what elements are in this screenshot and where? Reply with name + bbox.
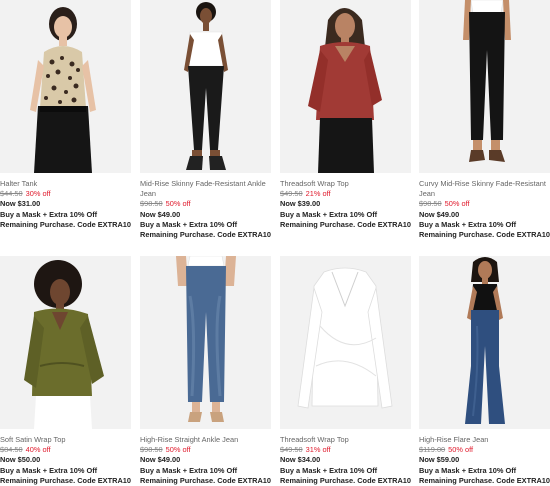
product-name[interactable]: High-Rise Straight Ankle Jean xyxy=(140,435,271,445)
discount-percent: 50% off xyxy=(165,199,191,209)
original-price: $119.00 xyxy=(419,445,446,455)
original-price: $98.50 xyxy=(140,445,163,455)
model-skinny-ankle-jean-image xyxy=(140,0,271,173)
product-card[interactable]: High-Rise Straight Ankle Jean $98.50 50% … xyxy=(140,256,271,486)
sale-price: Now $49.00 xyxy=(419,209,460,219)
original-price: $84.50 xyxy=(0,445,23,455)
product-card[interactable]: High-Rise Flare Jean $119.00 50% off Now … xyxy=(419,256,550,486)
original-price: $44.50 xyxy=(0,189,23,199)
product-card[interactable]: Halter Tank $44.50 30% off Now $31.00 Buy… xyxy=(0,0,131,230)
product-image[interactable] xyxy=(280,256,411,429)
price-line: $98.50 50% off xyxy=(419,199,550,209)
sale-price: Now $31.00 xyxy=(0,199,41,209)
product-card[interactable]: Threadsoft Wrap Top $49.50 31% off Now $3… xyxy=(280,256,411,486)
product-card[interactable]: Threadsoft Wrap Top $49.50 21% off Now $3… xyxy=(280,0,411,230)
sale-price: Now $49.00 xyxy=(140,455,181,465)
promo-text: Buy a Mask + Extra 10% Off Remaining Pur… xyxy=(419,219,550,240)
model-curvy-skinny-jean-image xyxy=(419,0,550,173)
product-grid: Halter Tank $44.50 30% off Now $31.00 Buy… xyxy=(0,0,550,485)
model-halter-tank-image xyxy=(0,0,131,173)
discount-percent: 50% off xyxy=(165,445,191,455)
promo-text: Buy a Mask + Extra 10% Off Remaining Pur… xyxy=(0,465,132,485)
product-name[interactable]: Mid-Rise Skinny Fade-Resistant Ankle Jea… xyxy=(140,179,271,199)
model-satin-wrap-top-image xyxy=(0,256,131,429)
discount-percent: 50% off xyxy=(448,445,474,455)
product-image[interactable] xyxy=(140,256,271,429)
promo-text: Buy a Mask + Extra 10% Off Remaining Pur… xyxy=(140,219,272,240)
price-line: $84.50 40% off xyxy=(0,445,131,455)
white-wrap-top-flatlay-image xyxy=(280,256,411,429)
price-line: $49.50 21% off xyxy=(280,189,411,199)
discount-percent: 40% off xyxy=(25,445,51,455)
model-straight-ankle-jean-image xyxy=(140,256,271,429)
product-name[interactable]: Threadsoft Wrap Top xyxy=(280,179,411,189)
sale-price: Now $59.00 xyxy=(419,455,460,465)
product-name[interactable]: High-Rise Flare Jean xyxy=(419,435,550,445)
sale-price: Now $39.00 xyxy=(280,199,321,209)
original-price: $49.50 xyxy=(280,189,303,199)
model-flare-jean-image xyxy=(419,256,550,429)
product-image[interactable] xyxy=(419,0,550,173)
original-price: $98.50 xyxy=(419,199,442,209)
promo-text: Buy a Mask + Extra 10% Off Remaining Pur… xyxy=(280,465,412,485)
price-line: $44.50 30% off xyxy=(0,189,131,199)
product-image[interactable] xyxy=(0,256,131,429)
price-line: $119.00 50% off xyxy=(419,445,550,455)
original-price: $98.50 xyxy=(140,199,163,209)
product-image[interactable] xyxy=(280,0,411,173)
product-card[interactable]: Curvy Mid-Rise Skinny Fade-Resistant Jea… xyxy=(419,0,550,240)
price-line: $98.50 50% off xyxy=(140,445,271,455)
price-line: $98.50 50% off xyxy=(140,199,271,209)
product-name[interactable]: Soft Satin Wrap Top xyxy=(0,435,131,445)
product-name[interactable]: Curvy Mid-Rise Skinny Fade-Resistant Jea… xyxy=(419,179,550,199)
discount-percent: 31% off xyxy=(305,445,331,455)
discount-percent: 21% off xyxy=(305,189,331,199)
promo-text: Buy a Mask + Extra 10% Off Remaining Pur… xyxy=(280,209,412,229)
price-line: $49.50 31% off xyxy=(280,445,411,455)
product-name[interactable]: Halter Tank xyxy=(0,179,131,189)
product-image[interactable] xyxy=(0,0,131,173)
promo-text: Buy a Mask + Extra 10% Off Remaining Pur… xyxy=(140,465,272,485)
sale-price: Now $34.00 xyxy=(280,455,321,465)
sale-price: Now $49.00 xyxy=(140,209,181,219)
sale-price: Now $50.00 xyxy=(0,455,41,465)
product-image[interactable] xyxy=(140,0,271,173)
product-card[interactable]: Soft Satin Wrap Top $84.50 40% off Now $5… xyxy=(0,256,131,486)
discount-percent: 30% off xyxy=(25,189,51,199)
promo-text: Buy a Mask + Extra 10% Off Remaining Pur… xyxy=(419,465,550,485)
promo-text: Buy a Mask + Extra 10% Off Remaining Pur… xyxy=(0,209,132,229)
product-card[interactable]: Mid-Rise Skinny Fade-Resistant Ankle Jea… xyxy=(140,0,271,240)
product-image[interactable] xyxy=(419,256,550,429)
discount-percent: 50% off xyxy=(444,199,470,209)
product-name[interactable]: Threadsoft Wrap Top xyxy=(280,435,411,445)
original-price: $49.50 xyxy=(280,445,303,455)
model-threadsoft-wrap-top-red-image xyxy=(280,0,411,173)
